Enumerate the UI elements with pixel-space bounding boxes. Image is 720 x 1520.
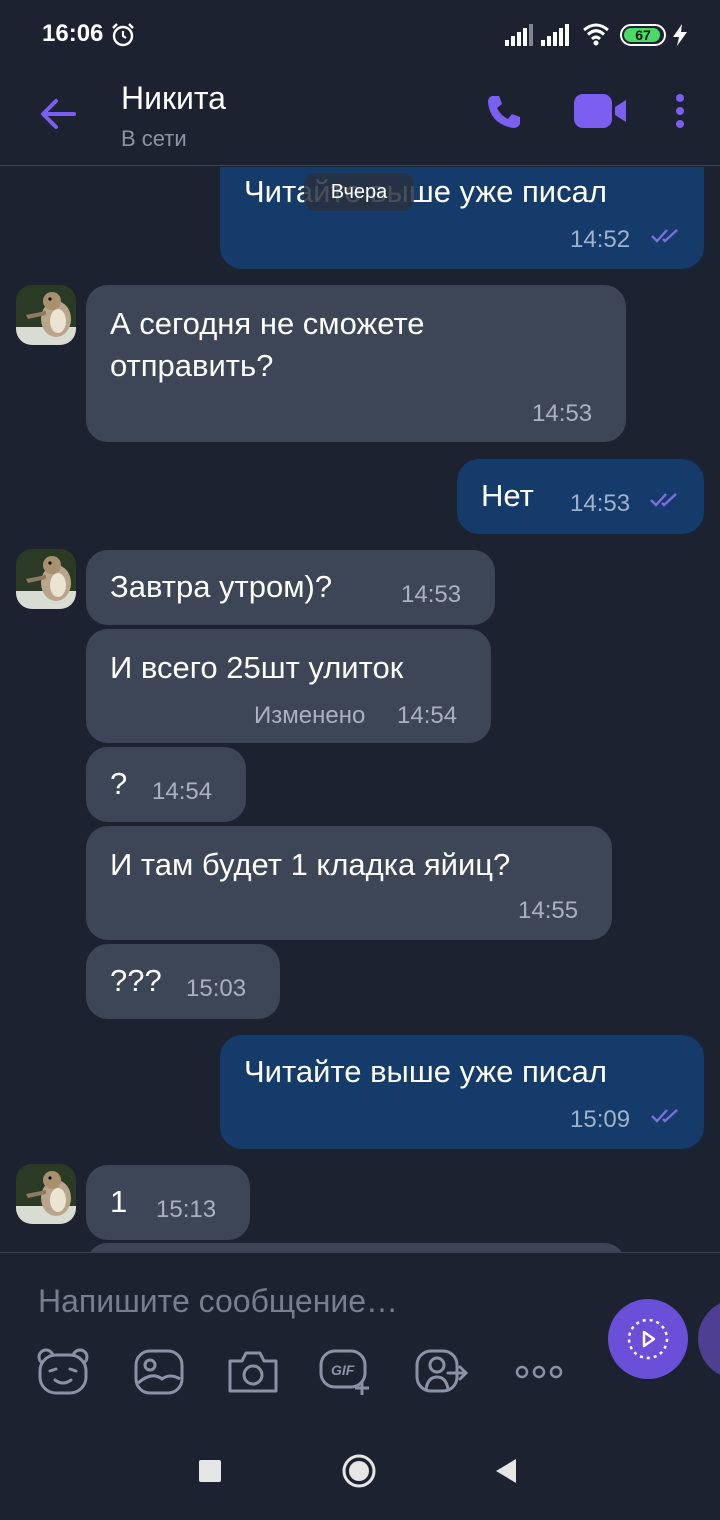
message-time: 14:53 [532, 400, 593, 427]
message-time: 14:53 [401, 581, 462, 608]
more-horizontal-icon[interactable] [512, 1347, 566, 1397]
message-bubble-incoming[interactable]: А сегодня не сможете отправить? 14:53 [86, 285, 626, 442]
system-navigation-bar [0, 1420, 720, 1520]
message-text: Завтра утром)? [110, 569, 333, 604]
message-text: ? [110, 766, 128, 801]
message-bubble-incoming[interactable]: 1 15:13 [86, 1165, 250, 1240]
contact-status: В сети [121, 126, 187, 151]
record-video-message-button[interactable] [608, 1299, 688, 1379]
message-text: Читайте выше уже писал [244, 174, 607, 209]
more-vertical-icon[interactable] [670, 92, 690, 132]
message-text: И там будет 1 кладка яйиц? [110, 847, 511, 882]
composer: GIF [0, 1252, 720, 1420]
gif-icon[interactable]: GIF [318, 1347, 372, 1397]
edited-label: Изменено [254, 702, 366, 729]
message-bubble-incoming[interactable] [86, 1243, 626, 1252]
message-bubble-outgoing[interactable]: Читайте выше уже писал 15:09 [220, 1035, 704, 1149]
signal-icon [541, 24, 569, 46]
avatar[interactable] [16, 285, 76, 345]
message-text: 1 [110, 1184, 128, 1219]
message-bubble-incoming[interactable]: ? 14:54 [86, 747, 246, 822]
message-time: 14:53 [570, 490, 631, 517]
message-time: 14:52 [570, 226, 631, 253]
message-text: Нет [481, 478, 534, 513]
message-bubble-incoming[interactable]: И там будет 1 кладка яйиц? 14:55 [86, 826, 612, 940]
alarm-icon [112, 23, 134, 47]
read-checkmarks-icon [651, 1109, 678, 1123]
message-time: 15:03 [186, 975, 247, 1002]
message-text: Читайте выше уже писал [244, 1054, 607, 1089]
message-bubble-outgoing[interactable]: Нет 14:53 [457, 459, 704, 534]
message-text: И всего 25шт улиток [110, 650, 404, 685]
chat-header: Никита В сети [0, 70, 720, 166]
squirrel-avatar-image [16, 549, 76, 609]
wifi-icon [583, 23, 609, 46]
home-button[interactable] [342, 1454, 376, 1488]
camera-icon[interactable] [226, 1347, 280, 1397]
contact-name[interactable]: Никита [121, 80, 226, 117]
video-call-icon[interactable] [574, 94, 628, 130]
charging-bolt-icon [673, 24, 687, 46]
read-checkmarks-icon [651, 229, 678, 243]
contact-share-icon[interactable] [414, 1347, 468, 1397]
message-text-line: А сегодня не сможете [110, 306, 425, 341]
secondary-action-button[interactable] [698, 1299, 720, 1379]
message-bubble-outgoing[interactable]: Читайте выше уже писал 14:52 [220, 167, 704, 269]
squirrel-avatar-image [16, 285, 76, 345]
date-separator: Вчера [304, 173, 414, 211]
avatar[interactable] [16, 549, 76, 609]
battery-icon: 67 [620, 24, 666, 46]
message-time: 14:54 [397, 702, 458, 729]
gallery-icon[interactable] [132, 1347, 186, 1397]
status-bar: 16:06 67 [0, 0, 720, 70]
gif-label: GIF [331, 1362, 355, 1378]
read-checkmarks-icon [650, 493, 677, 507]
message-text: ??? [110, 963, 162, 998]
status-time: 16:06 [42, 20, 104, 47]
video-message-icon [627, 1318, 669, 1360]
squirrel-avatar-image [16, 1164, 76, 1224]
recents-button[interactable] [199, 1460, 221, 1482]
chat-screen: 16:06 67 Никита В сети Читайте выше уже … [0, 0, 720, 1520]
message-time: 15:13 [156, 1196, 217, 1223]
message-time: 14:55 [518, 897, 579, 924]
message-list[interactable]: Читайте выше уже писал 14:52 Вчера А сег… [0, 167, 720, 1252]
message-bubble-incoming[interactable]: ??? 15:03 [86, 944, 280, 1019]
signal-icon [505, 24, 533, 46]
battery-text: 67 [635, 27, 651, 43]
avatar[interactable] [16, 1164, 76, 1224]
back-button[interactable] [494, 1458, 518, 1484]
message-text-line: отправить? [110, 348, 274, 383]
phone-call-icon[interactable] [484, 92, 524, 132]
message-time: 14:54 [152, 778, 213, 805]
message-time: 15:09 [570, 1106, 631, 1133]
message-bubble-incoming[interactable]: Завтра утром)? 14:53 [86, 550, 495, 625]
back-arrow-icon[interactable] [38, 94, 78, 134]
message-input[interactable] [38, 1279, 578, 1323]
message-bubble-incoming[interactable]: И всего 25шт улиток Изменено 14:54 [86, 629, 491, 743]
sticker-icon[interactable] [36, 1347, 90, 1397]
